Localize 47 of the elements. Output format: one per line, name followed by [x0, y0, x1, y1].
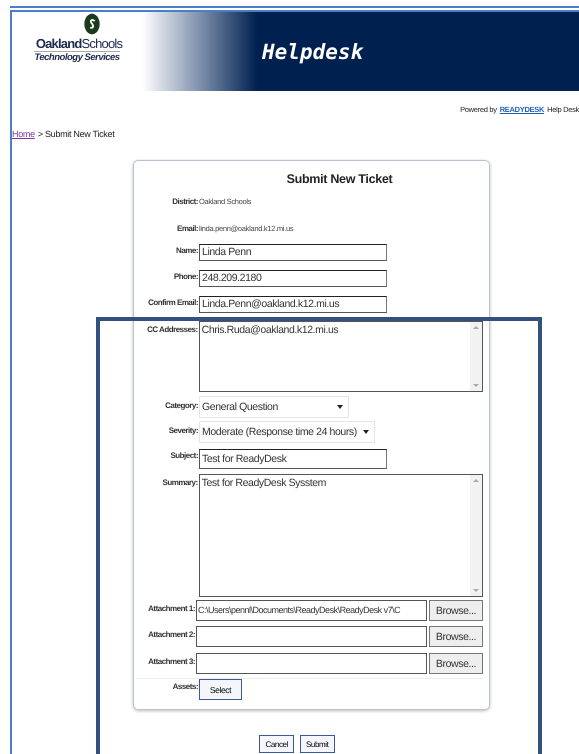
field-label: Phone:	[172, 271, 198, 281]
submit-button[interactable]: Submit	[300, 735, 334, 753]
field-label: Confirm Email:	[147, 297, 198, 307]
caret-icon	[337, 405, 343, 409]
browse-button[interactable]: Browse...	[429, 653, 483, 674]
field-label: Email:	[176, 224, 198, 234]
input-field[interactable]: 248.209.2180	[199, 270, 387, 287]
scroll-up-icon	[473, 479, 479, 482]
browse-button[interactable]: Browse...	[429, 626, 483, 647]
file-input-field[interactable]	[196, 626, 427, 647]
browse-button[interactable]: Browse...	[429, 600, 483, 621]
file-input-field[interactable]	[196, 653, 427, 674]
dropdown-value: Moderate (Response time 24 hours)	[202, 426, 357, 438]
input-field[interactable]: Test for ReadyDesk	[199, 449, 387, 469]
text-area[interactable]: Test for ReadyDesk Sysstem	[198, 474, 483, 597]
field-label: Summary:	[162, 477, 198, 487]
dropdown[interactable]: General Question	[199, 396, 349, 418]
field-label: Attachment 1:	[147, 603, 195, 613]
field-label: Attachment 3:	[147, 656, 195, 666]
cancel-button[interactable]: Cancel	[259, 735, 294, 753]
text-area-value: Chris.Ruda@oakland.k12.mi.us	[202, 324, 338, 336]
file-input-field[interactable]: C:\Users\pennl\Documents\ReadyDesk\ReadyDesk v7\C	[196, 600, 427, 621]
field-label: Category:	[164, 400, 198, 410]
dropdown[interactable]: Moderate (Response time 24 hours)	[199, 421, 375, 443]
scroll-down-icon	[473, 589, 479, 592]
field-label: Name:	[175, 245, 198, 255]
form-title: Submit New Ticket	[286, 171, 394, 187]
logo-name: OaklandSchools	[36, 37, 122, 51]
field-label: Subject:	[169, 450, 198, 460]
field-label: CC Addresses:	[146, 324, 198, 334]
dropdown-value: General Question	[202, 401, 278, 413]
site-title: Helpdesk	[262, 40, 364, 64]
caret-icon	[362, 430, 369, 434]
home-link[interactable]: Home	[12, 129, 35, 139]
text-area[interactable]: Chris.Ruda@oakland.k12.mi.us	[198, 321, 483, 392]
text-area-value: Test for ReadyDesk Sysstem	[202, 477, 326, 489]
logo-subtitle: Technology Services	[34, 51, 120, 64]
scroll-down-icon	[473, 384, 479, 387]
input-field[interactable]: Linda Penn	[199, 244, 387, 261]
field-label: Attachment 2:	[147, 629, 195, 639]
select-button[interactable]: Select	[199, 679, 242, 700]
input-field[interactable]: Linda.Penn@oakland.k12.mi.us	[199, 296, 387, 313]
scroll-up-icon	[473, 326, 479, 329]
breadcrumb-text: > Submit New Ticket	[38, 129, 114, 139]
field-label: Severity:	[168, 425, 198, 435]
field-label: Assets:	[172, 681, 198, 691]
field-label: District:	[171, 197, 198, 207]
